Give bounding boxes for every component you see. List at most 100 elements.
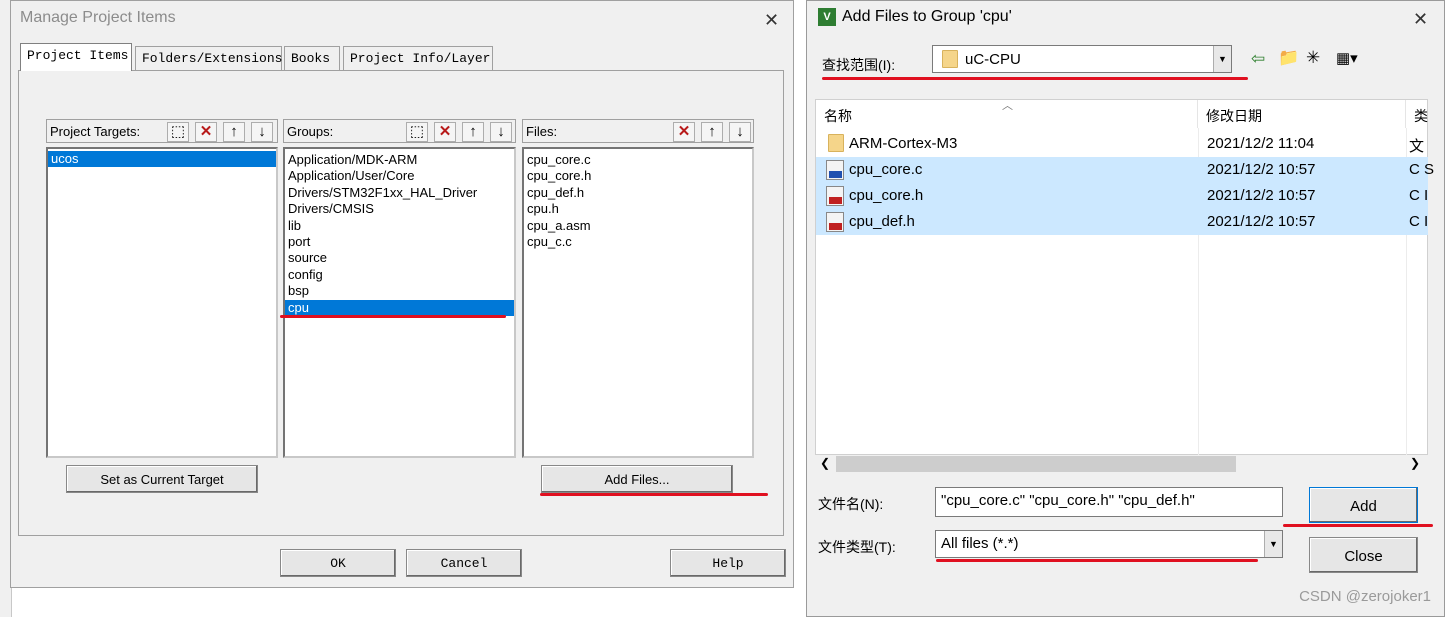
tab-project-items[interactable]: Project Items — [20, 43, 132, 71]
move-down-icon[interactable]: ↓ — [490, 122, 512, 142]
file-list[interactable]: 名称 ︿ 修改日期 类 ARM-Cortex-M3 2021/12/2 11:0… — [815, 99, 1434, 455]
scrollbar-thumb[interactable] — [836, 456, 1236, 472]
list-item[interactable]: Application/User/Core — [285, 168, 514, 184]
files-list[interactable]: cpu_core.c cpu_core.h cpu_def.h cpu.h cp… — [522, 147, 754, 458]
close-button[interactable]: Close — [1309, 537, 1418, 573]
annotation-underline — [280, 315, 506, 318]
list-item[interactable]: bsp — [285, 283, 514, 299]
file-type: C S — [1409, 161, 1435, 178]
app-icon: V — [818, 8, 836, 26]
dialog-title: Add Files to Group 'cpu' — [842, 8, 1012, 25]
file-row-selected[interactable]: cpu_def.h 2021/12/2 10:57 C I — [816, 209, 1428, 235]
c-file-icon — [826, 160, 844, 180]
list-item[interactable]: ucos — [48, 151, 276, 168]
file-name: cpu_core.h — [849, 187, 924, 204]
files-header: Files: ✕ ↑ ↓ — [522, 119, 754, 143]
file-name: ARM-Cortex-M3 — [849, 135, 958, 152]
filename-label: 文件名(N): — [818, 496, 884, 512]
list-item-selected[interactable]: cpu — [285, 299, 514, 316]
list-item[interactable]: cpu_core.h — [524, 168, 752, 184]
files-label: Files: — [526, 124, 558, 139]
groups-label: Groups: — [287, 124, 334, 139]
targets-list[interactable]: ucos — [46, 147, 278, 458]
file-date: 2021/12/2 10:57 — [1207, 187, 1316, 204]
tab-folders-extensions[interactable]: Folders/Extensions — [135, 46, 282, 70]
annotation-underline — [822, 77, 1248, 80]
file-date: 2021/12/2 11:04 — [1207, 135, 1315, 152]
dialog-title: Manage Project Items — [20, 9, 176, 26]
help-button[interactable]: Help — [670, 549, 786, 577]
cancel-button[interactable]: Cancel — [406, 549, 522, 577]
file-type: C I — [1409, 187, 1429, 204]
list-item[interactable]: source — [285, 250, 514, 266]
file-row[interactable]: ARM-Cortex-M3 2021/12/2 11:04 文 — [816, 131, 1428, 157]
delete-icon[interactable]: ✕ — [195, 122, 217, 142]
folder-icon — [942, 50, 958, 68]
scroll-right-icon[interactable]: ❯ — [1410, 456, 1420, 470]
filetype-dropdown[interactable]: All files (*.*) ▼ — [935, 530, 1283, 558]
back-icon[interactable]: ⇦ — [1251, 49, 1265, 69]
move-up-icon[interactable]: ↑ — [223, 122, 245, 142]
chevron-down-icon[interactable]: ▼ — [1264, 531, 1282, 557]
sort-up-icon: ︿ — [1002, 100, 1013, 112]
view-menu-icon[interactable]: ▦▾ — [1336, 49, 1358, 67]
ok-button[interactable]: OK — [280, 549, 396, 577]
delete-icon[interactable]: ✕ — [434, 122, 456, 142]
targets-label: Project Targets: — [50, 124, 141, 139]
look-in-dropdown[interactable]: uC-CPU ▼ — [932, 45, 1232, 73]
file-type: C I — [1409, 213, 1429, 230]
tab-books[interactable]: Books — [284, 46, 340, 70]
list-item[interactable]: config — [285, 267, 514, 283]
tab-project-info-layer[interactable]: Project Info/Layer — [343, 46, 493, 70]
groups-list[interactable]: Application/MDK-ARM Application/User/Cor… — [283, 147, 516, 458]
file-row-selected[interactable]: cpu_core.h 2021/12/2 10:57 C I — [816, 183, 1428, 209]
close-icon[interactable]: ✕ — [1413, 10, 1428, 28]
file-name: cpu_core.c — [849, 161, 923, 178]
add-button[interactable]: Add — [1309, 487, 1418, 523]
list-item[interactable]: cpu.h — [524, 201, 752, 217]
new-target-icon[interactable]: ⬚ — [167, 122, 189, 142]
up-folder-icon[interactable]: 📁 — [1278, 48, 1299, 68]
close-icon[interactable]: ✕ — [764, 11, 779, 29]
list-item[interactable]: cpu_c.c — [524, 234, 752, 250]
list-item[interactable]: Drivers/STM32F1xx_HAL_Driver — [285, 185, 514, 201]
annotation-underline — [936, 559, 1258, 562]
annotation-underline — [1283, 524, 1433, 527]
filetype-label: 文件类型(T): — [818, 539, 896, 555]
filetype-value: All files (*.*) — [941, 535, 1019, 552]
folder-icon — [828, 134, 844, 152]
groups-header: Groups: ⬚ ✕ ↑ ↓ — [283, 119, 516, 143]
watermark: CSDN @zerojoker1 — [1299, 588, 1431, 605]
list-item[interactable]: cpu_core.c — [524, 152, 752, 168]
list-item[interactable]: port — [285, 234, 514, 250]
chevron-down-icon[interactable]: ▼ — [1213, 46, 1231, 72]
h-file-icon — [826, 212, 844, 232]
move-up-icon[interactable]: ↑ — [462, 122, 484, 142]
look-in-label: 查找范围(I): — [822, 57, 896, 73]
file-row-selected[interactable]: cpu_core.c 2021/12/2 10:57 C S — [816, 157, 1434, 183]
list-item[interactable]: cpu_a.asm — [524, 218, 752, 234]
list-item[interactable]: Application/MDK-ARM — [285, 152, 514, 168]
set-current-target-button[interactable]: Set as Current Target — [66, 465, 258, 493]
file-date: 2021/12/2 10:57 — [1207, 161, 1316, 178]
file-type: 文 — [1409, 138, 1425, 155]
new-folder-icon[interactable]: ✳ — [1306, 48, 1320, 68]
look-in-value: uC-CPU — [965, 51, 1021, 68]
new-group-icon[interactable]: ⬚ — [406, 122, 428, 142]
targets-header: Project Targets: ⬚ ✕ ↑ ↓ — [46, 119, 278, 143]
delete-icon[interactable]: ✕ — [673, 122, 695, 142]
list-item[interactable]: Drivers/CMSIS — [285, 201, 514, 217]
list-item[interactable]: lib — [285, 218, 514, 234]
file-date: 2021/12/2 10:57 — [1207, 213, 1316, 230]
move-down-icon[interactable]: ↓ — [729, 122, 751, 142]
move-down-icon[interactable]: ↓ — [251, 122, 273, 142]
scroll-left-icon[interactable]: ❮ — [820, 456, 830, 470]
column-header-type[interactable]: 类 — [1406, 100, 1429, 128]
add-files-button[interactable]: Add Files... — [541, 465, 733, 493]
filename-input[interactable]: "cpu_core.c" "cpu_core.h" "cpu_def.h" — [935, 487, 1283, 517]
h-file-icon — [826, 186, 844, 206]
move-up-icon[interactable]: ↑ — [701, 122, 723, 142]
column-header-date[interactable]: 修改日期 — [1198, 100, 1406, 128]
file-name: cpu_def.h — [849, 213, 915, 230]
list-item[interactable]: cpu_def.h — [524, 185, 752, 201]
